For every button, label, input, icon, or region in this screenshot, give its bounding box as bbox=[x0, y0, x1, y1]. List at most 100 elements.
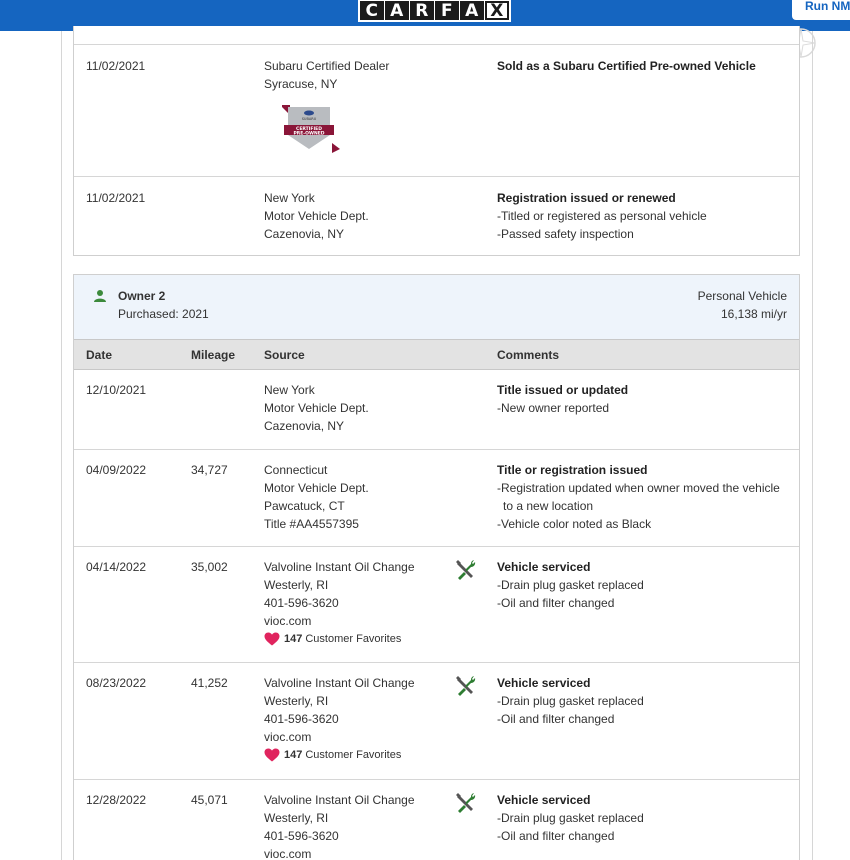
table-header: Date Mileage Source Comments bbox=[74, 339, 799, 370]
badge-brand: SUBARU bbox=[302, 117, 317, 121]
logo-letter: R bbox=[410, 1, 434, 21]
heart-icon bbox=[264, 632, 280, 646]
comment-line: -Vehicle color noted as Black bbox=[497, 517, 652, 531]
run-nmvtis-button[interactable]: Run NM bbox=[792, 0, 850, 20]
owner-purchased: Purchased: 2021 bbox=[118, 307, 209, 321]
comment-title: Vehicle serviced bbox=[497, 560, 591, 574]
person-icon bbox=[94, 290, 106, 302]
logo-letter: X bbox=[485, 1, 509, 21]
record-mileage: 45,071 bbox=[191, 793, 228, 807]
comment-line: -Drain plug gasket replaced bbox=[497, 811, 644, 825]
comment-line: -Oil and filter changed bbox=[497, 829, 615, 843]
comment-title: Registration issued or renewed bbox=[497, 191, 676, 205]
record-mileage: 35,002 bbox=[191, 560, 228, 574]
owner2-history-card: Owner 2 Purchased: 2021 Personal Vehicle… bbox=[73, 274, 800, 860]
source-line: Westerly, RI bbox=[264, 578, 329, 592]
website-link[interactable]: vioc.com bbox=[264, 612, 415, 630]
service-tools-icon bbox=[456, 560, 476, 580]
website-link[interactable]: vioc.com bbox=[264, 728, 415, 746]
table-row: 08/23/2022 41,252 Valvoline Instant Oil … bbox=[74, 662, 799, 779]
source-line: Motor Vehicle Dept. bbox=[264, 401, 369, 415]
comment-title: Title issued or updated bbox=[497, 383, 629, 397]
record-date: 11/02/2021 bbox=[86, 59, 146, 73]
column-date: Date bbox=[86, 348, 113, 362]
logo-letter: F bbox=[435, 1, 459, 21]
customer-favorites[interactable]: 147 Customer Favorites bbox=[264, 746, 415, 764]
record-source: Valvoline Instant Oil Change Westerly, R… bbox=[264, 791, 415, 860]
column-source: Source bbox=[264, 348, 305, 362]
record-mileage: 34,727 bbox=[191, 463, 228, 477]
phone-link[interactable]: 401-596-3620 bbox=[264, 827, 415, 845]
table-row: 04/09/2022 34,727 Connecticut Motor Vehi… bbox=[74, 449, 799, 546]
table-row: 04/14/2022 35,002 Valvoline Instant Oil … bbox=[74, 546, 799, 662]
source-line: Title #AA4557395 bbox=[264, 517, 359, 531]
source-line: Valvoline Instant Oil Change bbox=[264, 793, 415, 807]
record-comments: Title or registration issued -Registrati… bbox=[497, 461, 792, 533]
source-line: Valvoline Instant Oil Change bbox=[264, 676, 415, 690]
heart-icon bbox=[264, 748, 280, 762]
record-comments: Vehicle serviced -Drain plug gasket repl… bbox=[497, 674, 792, 728]
favorites-label: Customer Favorites bbox=[305, 633, 402, 645]
service-tools-icon bbox=[456, 676, 476, 696]
record-date: 12/10/2021 bbox=[86, 383, 147, 397]
comment-line: -Drain plug gasket replaced bbox=[497, 694, 644, 708]
record-mileage: 41,252 bbox=[191, 676, 228, 690]
record-source: Valvoline Instant Oil Change Westerly, R… bbox=[264, 558, 415, 648]
phone-link[interactable]: 401-596-3620 bbox=[264, 710, 415, 728]
record-source: Connecticut Motor Vehicle Dept. Pawcatuc… bbox=[264, 461, 369, 533]
table-row: 12/28/2022 45,071 Valvoline Instant Oil … bbox=[74, 779, 799, 860]
source-line: Pawcatuck, CT bbox=[264, 499, 345, 513]
owner-header: Owner 2 Purchased: 2021 Personal Vehicle… bbox=[74, 275, 799, 339]
comment-title: Title or registration issued bbox=[497, 463, 648, 477]
record-comments: Sold as a Subaru Certified Pre-owned Veh… bbox=[497, 57, 792, 75]
comment-title: Vehicle serviced bbox=[497, 676, 591, 690]
comment-line: -Drain plug gasket replaced bbox=[497, 578, 644, 592]
carfax-logo[interactable]: C A R F A X bbox=[358, 0, 511, 22]
table-row: 11/02/2021 New York Motor Vehicle Dept. … bbox=[74, 176, 799, 254]
service-icon-cell bbox=[454, 675, 476, 702]
comment-title: Vehicle serviced bbox=[497, 793, 591, 807]
comment-line: -New owner reported bbox=[497, 401, 610, 415]
comment-line: -Oil and filter changed bbox=[497, 596, 615, 610]
favorites-label: Customer Favorites bbox=[305, 749, 402, 761]
service-icon-cell bbox=[454, 559, 476, 586]
record-date: 04/14/2022 bbox=[86, 560, 147, 574]
record-date: 11/02/2021 bbox=[86, 191, 146, 205]
record-comments: Registration issued or renewed -Titled o… bbox=[497, 189, 792, 243]
source-line: New York bbox=[264, 383, 315, 397]
comment-line: -Registration updated when owner moved t… bbox=[497, 481, 780, 513]
record-date: 08/23/2022 bbox=[86, 676, 147, 690]
service-tools-icon bbox=[456, 793, 476, 813]
record-comments: Title issued or updated -New owner repor… bbox=[497, 381, 792, 417]
column-mileage: Mileage bbox=[191, 348, 236, 362]
comment-line: -Oil and filter changed bbox=[497, 712, 615, 726]
record-source: Valvoline Instant Oil Change Westerly, R… bbox=[264, 674, 415, 764]
source-line: Westerly, RI bbox=[264, 694, 329, 708]
service-icon-cell bbox=[454, 792, 476, 819]
source-line: Subaru Certified Dealer bbox=[264, 59, 390, 73]
record-source: New York Motor Vehicle Dept. Cazenovia, … bbox=[264, 189, 369, 243]
subaru-certified-badge-icon: SUBARU CERTIFIED PRE-OWNED bbox=[282, 105, 340, 153]
source-line: Motor Vehicle Dept. bbox=[264, 481, 369, 495]
website-link[interactable]: vioc.com bbox=[264, 845, 415, 860]
owner-miles-per-year: 16,138 mi/yr bbox=[720, 307, 787, 321]
record-comments: Vehicle serviced -Drain plug gasket repl… bbox=[497, 558, 792, 612]
record-source: Subaru Certified Dealer Syracuse, NY bbox=[264, 57, 389, 93]
record-date: 04/09/2022 bbox=[86, 463, 147, 477]
source-line: Westerly, RI bbox=[264, 811, 329, 825]
source-line: Motor Vehicle Dept. bbox=[264, 209, 369, 223]
source-line: Valvoline Instant Oil Change bbox=[264, 560, 415, 574]
source-line: Cazenovia, NY bbox=[264, 227, 345, 241]
logo-letter: A bbox=[385, 1, 409, 21]
logo-letter: A bbox=[460, 1, 484, 21]
comment-title: Sold as a Subaru Certified Pre-owned Veh… bbox=[497, 59, 756, 73]
customer-favorites[interactable]: 147 Customer Favorites bbox=[264, 630, 415, 648]
favorites-count: 147 bbox=[284, 633, 303, 645]
table-row: 11/02/2021 Subaru Certified Dealer Syrac… bbox=[74, 44, 799, 176]
comment-line: -Titled or registered as personal vehicl… bbox=[497, 209, 707, 223]
source-line: New York bbox=[264, 191, 315, 205]
table-row: 12/10/2021 New York Motor Vehicle Dept. … bbox=[74, 370, 799, 449]
phone-link[interactable]: 401-596-3620 bbox=[264, 594, 415, 612]
logo-letter: C bbox=[360, 1, 384, 21]
source-line: Connecticut bbox=[264, 463, 328, 477]
